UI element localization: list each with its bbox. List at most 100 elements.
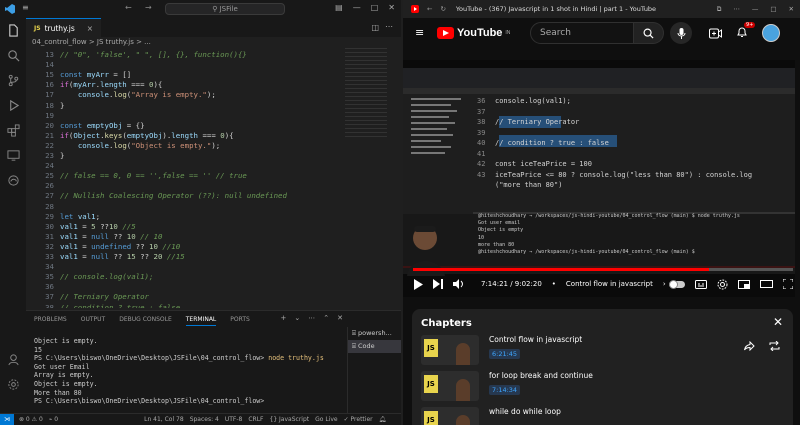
status-errors[interactable]: ⊗ 0 ⚠ 0 <box>19 416 43 423</box>
volume-icon[interactable] <box>453 279 465 289</box>
chapter-item[interactable]: JS Control flow in javascript 6:21:45 <box>421 335 786 365</box>
close-button[interactable]: ✕ <box>388 3 395 12</box>
bell-icon[interactable]: 🔔︎ <box>379 416 387 423</box>
status-encoding[interactable]: UTF-8 <box>225 416 243 423</box>
maximize-button[interactable]: □ <box>371 3 379 12</box>
search-input[interactable]: Search <box>530 22 634 44</box>
search-icon[interactable] <box>7 49 20 62</box>
settings-gear-icon[interactable] <box>7 378 20 391</box>
tab-truthy-js[interactable]: JS truthy.js × <box>26 18 102 37</box>
status-language[interactable]: {} JavaScript <box>270 416 310 423</box>
chapter-timestamp[interactable]: 7:14:34 <box>489 385 521 395</box>
new-terminal-icon[interactable]: + <box>281 314 287 322</box>
current-chapter[interactable]: Control flow in javascript <box>566 280 653 288</box>
source-control-icon[interactable] <box>7 74 20 87</box>
miniplayer-icon[interactable] <box>738 279 750 289</box>
back-arrow-icon[interactable]: ← <box>125 3 132 12</box>
terminal-instance[interactable]: ⌸ Code <box>348 340 401 353</box>
autoplay-toggle[interactable] <box>669 279 685 289</box>
more-icon[interactable]: ⋯ <box>308 314 315 322</box>
line-number: 16 <box>45 80 54 90</box>
status-eol[interactable]: CRLF <box>248 416 263 423</box>
reload-icon[interactable]: ↻ <box>440 5 445 13</box>
close-icon[interactable]: ✕ <box>773 315 783 329</box>
extensions-icon[interactable] <box>6 124 20 137</box>
next-icon[interactable] <box>433 279 443 289</box>
vscode-window: ≡ ← → ⚲ JSFile ▤ — □ ✕ JS truthy.js × ◫ … <box>0 0 401 425</box>
captions-icon[interactable] <box>695 279 707 289</box>
js-badge-icon: JS <box>424 375 438 393</box>
line-number: 32 <box>45 241 54 251</box>
maximize-button[interactable]: □ <box>770 5 776 14</box>
theater-mode-icon[interactable] <box>760 280 773 288</box>
close-panel-icon[interactable]: ✕ <box>337 314 343 322</box>
line-number: 18 <box>45 100 54 110</box>
edge-tools-icon[interactable] <box>7 174 20 187</box>
screen: ≡ ← → ⚲ JSFile ▤ — □ ✕ JS truthy.js × ◫ … <box>0 0 800 425</box>
line-number: 30 <box>45 221 54 231</box>
chevron-down-icon[interactable]: ⌄ <box>294 314 300 322</box>
video-player[interactable]: 36 console.log(val1); 37 38// Terniary Oper… <box>403 60 795 297</box>
split-editor-icon[interactable]: ◫ <box>371 23 379 32</box>
status-spaces[interactable]: Spaces: 4 <box>190 416 219 423</box>
editor-tabs: JS truthy.js × ◫ ⋯ <box>26 18 401 37</box>
youtube-logo[interactable]: YouTube IN <box>437 27 510 39</box>
more-actions-icon[interactable]: ⋯ <box>385 22 393 31</box>
header-actions: 9+ <box>709 22 780 42</box>
line-number: 35 <box>45 272 54 282</box>
code-line: const emptyObj = {} <box>60 120 145 130</box>
panel-tab-output[interactable]: OUTPUT <box>81 316 105 326</box>
minimap[interactable] <box>345 48 387 138</box>
repeat-icon[interactable] <box>769 341 780 351</box>
search-button[interactable] <box>634 22 664 44</box>
run-debug-icon[interactable] <box>7 99 20 112</box>
minimize-button[interactable]: — <box>752 5 759 14</box>
account-icon[interactable] <box>7 353 20 366</box>
menu-icon[interactable]: ≡ <box>22 3 29 12</box>
video-terminal-line: Got user email <box>478 220 521 227</box>
menu-dots-icon[interactable]: ⋯ <box>733 5 740 14</box>
hamburger-menu-icon[interactable]: ≡ <box>415 26 424 39</box>
panel-tab-ports[interactable]: PORTS <box>230 316 250 326</box>
search-icon <box>643 28 654 39</box>
chapter-item[interactable]: JS for loop break and continue 7:14:34 <box>421 371 786 401</box>
explorer-icon[interactable] <box>7 24 20 37</box>
terminal-output[interactable]: Object is empty. 15 PS C:\Users\biswo\OneD… <box>34 337 344 406</box>
panel-tab-terminal[interactable]: TERMINAL <box>185 316 217 326</box>
forward-arrow-icon[interactable]: → <box>145 3 152 12</box>
minimize-button[interactable]: — <box>353 3 361 12</box>
chapter-item[interactable]: JS while do while loop <box>421 407 786 425</box>
maximize-panel-icon[interactable]: ⌃ <box>323 314 329 322</box>
remote-explorer-icon[interactable] <box>6 149 20 162</box>
status-prettier[interactable]: ✓ Prettier <box>344 416 373 423</box>
settings-gear-icon[interactable] <box>717 279 728 290</box>
command-center-search[interactable]: ⚲ JSFile <box>165 3 285 15</box>
avatar[interactable] <box>762 24 780 42</box>
chapter-arrow-icon[interactable]: › <box>663 280 666 288</box>
extensions-icon[interactable]: ⧉ <box>717 5 722 14</box>
code-line: // console.log(val1); <box>60 272 154 282</box>
play-icon[interactable] <box>413 278 423 290</box>
create-video-icon[interactable] <box>709 28 722 39</box>
back-arrow-icon[interactable]: ← <box>427 5 432 13</box>
panel-tab-problems[interactable]: PROBLEMS <box>34 316 67 326</box>
layout-icon[interactable]: ▤ <box>335 3 343 12</box>
tab-close-icon[interactable]: × <box>87 24 93 33</box>
status-golive[interactable]: Go Live <box>315 416 337 423</box>
status-ports[interactable]: ⌁ 0 <box>49 416 58 423</box>
breadcrumb[interactable]: 04_control_flow > JS truthy.js > ... <box>26 37 401 48</box>
status-position[interactable]: Ln 41, Col 78 <box>144 416 184 423</box>
video-progress-bar[interactable] <box>413 268 793 271</box>
notifications[interactable]: 9+ <box>736 22 756 40</box>
panel-tab-debug-console[interactable]: DEBUG CONSOLE <box>119 316 172 326</box>
voice-search-button[interactable] <box>670 22 692 44</box>
close-button[interactable]: ✕ <box>789 5 794 14</box>
chapter-timestamp[interactable]: 6:21:45 <box>489 349 521 359</box>
share-icon[interactable] <box>744 341 755 351</box>
remote-indicator-icon[interactable]: ⋊ <box>0 413 14 425</box>
status-bar: ⋊ ⊗ 0 ⚠ 0 ⌁ 0 Ln 41, Col 78 Spaces: 4 UT… <box>0 413 401 425</box>
fullscreen-icon[interactable] <box>783 279 793 289</box>
line-number: 31 <box>45 231 54 241</box>
chapter-separator: • <box>551 280 556 288</box>
terminal-instance[interactable]: ⌸ powersh... <box>348 327 401 340</box>
